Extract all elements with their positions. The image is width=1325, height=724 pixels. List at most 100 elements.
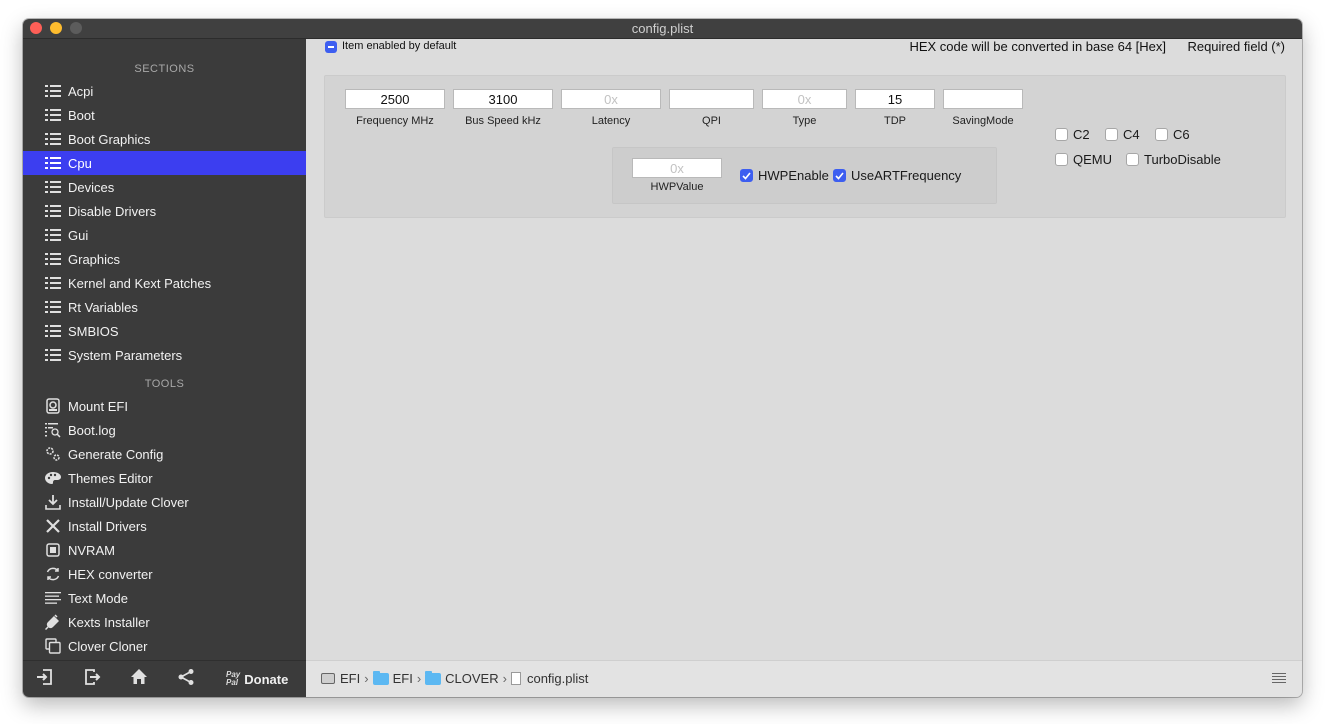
file-icon (510, 672, 521, 685)
type-input[interactable]: 0x (762, 89, 847, 109)
sidebar-item-cpu[interactable]: Cpu (23, 151, 306, 175)
home-button[interactable] (130, 668, 148, 691)
list-icon (45, 107, 61, 123)
share-icon (177, 668, 195, 691)
sidebar-item-system-parameters[interactable]: System Parameters (23, 343, 306, 367)
list-icon (45, 83, 61, 99)
list-icon (45, 131, 61, 147)
tool-mount-efi[interactable]: Mount EFI (23, 394, 306, 418)
bus-speed-khz-input[interactable]: 3100 (453, 89, 553, 109)
list-icon (45, 227, 61, 243)
tool-generate-config[interactable]: Generate Config (23, 442, 306, 466)
latency-label: Latency (591, 115, 631, 127)
import-button[interactable] (36, 668, 54, 691)
saving-mode-input[interactable] (943, 89, 1023, 109)
sections-header: SECTIONS (134, 63, 195, 75)
frequency-mhz-input[interactable]: 2500 (345, 89, 445, 109)
tool-text-mode[interactable]: Text Mode (23, 586, 306, 610)
turbo-disable-checkbox[interactable] (1126, 153, 1139, 166)
download-icon (45, 494, 61, 510)
refresh-icon (45, 566, 61, 582)
tool-nvram[interactable]: NVRAM (23, 538, 306, 562)
required-note: Required field (*) (1187, 39, 1285, 54)
hwp-enable-checkbox[interactable] (740, 169, 753, 182)
import-icon (36, 668, 54, 691)
sidebar-item-label: Gui (68, 227, 89, 243)
folder-icon (372, 670, 389, 685)
tool-clover-cloner[interactable]: Clover Cloner (23, 634, 306, 658)
tdp-input[interactable]: 15 (855, 89, 935, 109)
hwp-subpanel: 0x HWPValue HWPEnable UseARTFrequency (612, 147, 997, 204)
turbo-disable-label: TurboDisable (1144, 152, 1221, 167)
sidebar-item-label: Devices (68, 179, 115, 195)
tool-label: Text Mode (68, 590, 128, 606)
sidebar-item-label: Rt Variables (68, 299, 138, 315)
sidebar-item-smbios[interactable]: SMBIOS (23, 319, 306, 343)
c4-checkbox[interactable] (1105, 128, 1118, 141)
use-art-frequency-label: UseARTFrequency (851, 168, 962, 183)
breadcrumb-item[interactable]: EFI (340, 671, 360, 686)
info-line: Item enabled by default HEX code will be… (306, 39, 1302, 57)
sidebar-item-boot[interactable]: Boot (23, 103, 306, 127)
window-title: config.plist (631, 21, 694, 36)
tool-label: Mount EFI (68, 398, 128, 414)
tools-icon (45, 518, 61, 534)
breadcrumb-item[interactable]: CLOVER (445, 671, 498, 686)
tool-install-drivers[interactable]: Install Drivers (23, 514, 306, 538)
checkmark-icon (835, 171, 844, 180)
hwp-value-label: HWPValue (650, 181, 704, 193)
checkmark-icon (742, 171, 751, 180)
tool-label: Install/Update Clover (68, 494, 189, 510)
hwp-value-input[interactable]: 0x (632, 158, 722, 178)
list-icon (45, 323, 61, 339)
sidebar-item-disable-drivers[interactable]: Disable Drivers (23, 199, 306, 223)
list-icon (45, 203, 61, 219)
tool-label: Boot.log (68, 422, 116, 438)
list-icon (45, 299, 61, 315)
app-window: config.plist SECTIONS Acpi Boot Boot Gra… (23, 19, 1302, 697)
c4-label: C4 (1123, 127, 1140, 142)
item-enabled-checkbox[interactable] (325, 41, 337, 53)
tool-themes-editor[interactable]: Themes Editor (23, 466, 306, 490)
donate-button[interactable]: Pay Pal Donate (226, 669, 288, 689)
hex-note: HEX code will be converted in base 64 [H… (909, 39, 1166, 54)
qemu-checkbox[interactable] (1055, 153, 1068, 166)
sidebar-item-graphics[interactable]: Graphics (23, 247, 306, 271)
breadcrumb-separator: › (364, 671, 369, 686)
tool-label: NVRAM (68, 542, 115, 558)
breadcrumb: EFI › EFI › CLOVER › config.plist (321, 670, 588, 686)
hwp-enable-label: HWPEnable (758, 168, 829, 183)
c6-checkbox[interactable] (1155, 128, 1168, 141)
sidebar-item-label: Disable Drivers (68, 203, 157, 219)
tool-install-update-clover[interactable]: Install/Update Clover (23, 490, 306, 514)
tool-hex-converter[interactable]: HEX converter (23, 562, 306, 586)
menu-icon[interactable] (1272, 673, 1286, 685)
tool-boot-log[interactable]: Boot.log (23, 418, 306, 442)
qpi-input[interactable] (669, 89, 754, 109)
tool-label: Themes Editor (68, 470, 153, 486)
c2-label: C2 (1073, 127, 1090, 142)
sidebar-item-label: SMBIOS (68, 323, 119, 339)
breadcrumb-item[interactable]: EFI (393, 671, 413, 686)
sidebar-item-kernel-kext-patches[interactable]: Kernel and Kext Patches (23, 271, 306, 295)
sidebar-item-gui[interactable]: Gui (23, 223, 306, 247)
latency-input[interactable]: 0x (561, 89, 661, 109)
bus-speed-khz-label: Bus Speed kHz (465, 115, 541, 127)
use-art-frequency-checkbox[interactable] (833, 169, 846, 182)
home-icon (130, 668, 148, 691)
tool-kexts-installer[interactable]: Kexts Installer (23, 610, 306, 634)
qpi-label: QPI (702, 115, 721, 127)
item-enabled-label: Item enabled by default (342, 40, 457, 52)
saving-mode-label: SavingMode (952, 115, 1014, 127)
sidebar-item-rt-variables[interactable]: Rt Variables (23, 295, 306, 319)
tool-label: Kexts Installer (68, 614, 150, 630)
export-button[interactable] (83, 668, 101, 689)
sidebar-item-devices[interactable]: Devices (23, 175, 306, 199)
share-button[interactable] (177, 668, 195, 691)
sidebar-item-acpi[interactable]: Acpi (23, 79, 306, 103)
breadcrumb-item[interactable]: config.plist (527, 671, 588, 686)
tool-label: Clover Cloner (68, 638, 148, 654)
c2-checkbox[interactable] (1055, 128, 1068, 141)
title-bar: config.plist (23, 19, 1302, 39)
sidebar-item-boot-graphics[interactable]: Boot Graphics (23, 127, 306, 151)
